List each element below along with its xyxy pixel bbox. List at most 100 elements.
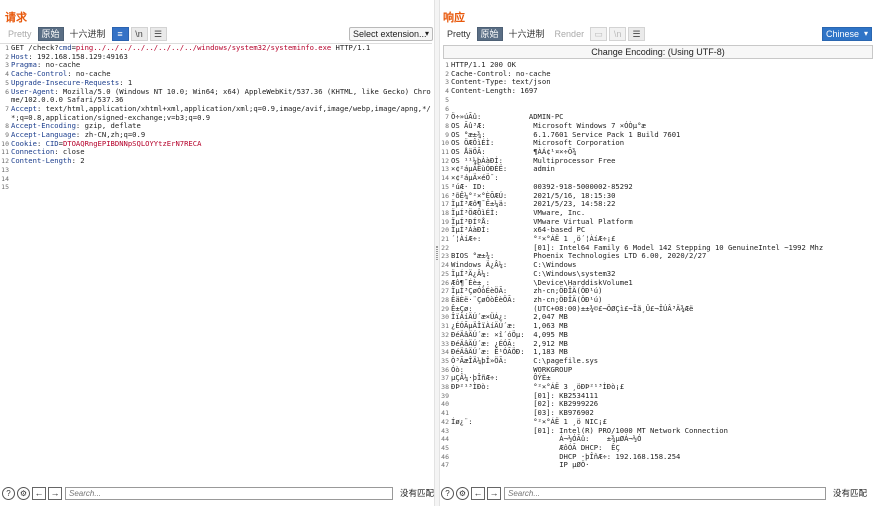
line-number: 24 [441, 261, 449, 270]
response-title: 响应 [443, 12, 465, 24]
help-icon[interactable]: ? [441, 486, 454, 500]
language-select[interactable]: Chinese ▾ [822, 27, 872, 41]
previous-arrow-icon[interactable]: ← [32, 486, 46, 500]
line-text [11, 175, 432, 184]
line-number: 10 [441, 139, 449, 148]
request-search-status: 没有匹配 [399, 488, 434, 498]
next-arrow-icon[interactable]: → [48, 486, 62, 500]
line-number: 40 [441, 400, 449, 409]
wrap-lines-icon[interactable]: ≡ [111, 26, 129, 41]
line-number: 41 [441, 409, 449, 418]
line-number: 2 [5, 52, 9, 61]
response-toolbar: Pretty 原始 十六进制 Render ▭ \n ☰ [443, 26, 646, 41]
response-editor[interactable]: 1 HTTP/1.1 200 OK 2 Cache-Control: no-cache… [440, 61, 874, 484]
line-number: 31 [441, 322, 449, 331]
next-arrow-icon[interactable]: → [487, 486, 501, 500]
line-text: IP µØÖ· [451, 460, 590, 470]
line-number: 22 [441, 243, 449, 252]
line-number: 45 [441, 443, 449, 452]
line-number: 33 [441, 339, 449, 348]
drag-handle-icon [436, 246, 438, 260]
line-text: ×¢²áµÄËùÓÐÈË: admin [451, 164, 555, 174]
line-number: 19 [441, 217, 449, 226]
line-number: 26 [441, 278, 449, 287]
editor-line: 47 IP µØÖ· [440, 461, 874, 470]
help-icon[interactable]: ? [2, 486, 15, 500]
line-number: 37 [441, 374, 449, 383]
line-number: 32 [441, 330, 449, 339]
line-number: 6 [445, 104, 449, 113]
line-number: 12 [441, 156, 449, 165]
request-tab-raw[interactable]: 原始 [37, 26, 64, 41]
line-number: 12 [1, 157, 9, 166]
line-number: 36 [441, 365, 449, 374]
line-number: 18 [441, 208, 449, 217]
line-number: 3 [445, 78, 449, 87]
request-toolbar: Pretty 原始 十六进制 ≡ \n ☰ [4, 26, 167, 41]
line-number: 6 [5, 87, 9, 96]
line-number: 14 [1, 174, 9, 183]
request-search-input[interactable] [65, 486, 393, 500]
menu-icon[interactable]: ☰ [628, 26, 646, 41]
line-number: 9 [5, 131, 9, 140]
line-number: 7 [445, 113, 449, 122]
response-search-bar: ? ⚙ ← → 没有匹配 [440, 486, 876, 500]
editor-line: 5 [440, 96, 874, 105]
line-number: 20 [441, 226, 449, 235]
editor-line: 13 ×¢²áµÄËùÓÐÈË: admin [440, 165, 874, 174]
response-tab-hex[interactable]: 十六进制 [504, 26, 549, 41]
language-select-value: Chinese [826, 29, 860, 39]
line-number: 38 [441, 383, 449, 392]
change-encoding-button[interactable]: Change Encoding: (Using UTF-8) [443, 45, 873, 59]
line-number: 34 [441, 348, 449, 357]
line-number: 44 [441, 435, 449, 444]
line-number: 46 [441, 452, 449, 461]
line-number: 17 [441, 200, 449, 209]
extension-select-value: Select extension... [353, 29, 427, 39]
editor-line: 4 Content-Length: 1697 [440, 86, 874, 96]
extension-select[interactable]: Select extension... ▾ [349, 27, 433, 41]
line-number: 47 [441, 461, 449, 470]
request-search-bar: ? ⚙ ← → 没有匹配 [0, 486, 434, 500]
line-number: 4 [445, 87, 449, 96]
line-number: 7 [5, 104, 9, 113]
line-text: User-Agent: Mozilla/5.0 (Windows NT 10.0… [11, 86, 431, 105]
line-number: 8 [445, 121, 449, 130]
response-search-status: 没有匹配 [833, 488, 868, 498]
line-number: 21 [441, 235, 449, 244]
line-number: 5 [445, 95, 449, 104]
line-number: 3 [5, 61, 9, 70]
line-number: 11 [441, 148, 449, 157]
settings-icon[interactable]: ⚙ [17, 486, 30, 500]
line-number: 28 [441, 295, 449, 304]
editor-line: 14 [0, 175, 432, 184]
request-editor[interactable]: 1 GET /check?cmd=ping../../../../../../..… [0, 43, 432, 484]
response-tab-pretty[interactable]: Pretty [443, 26, 475, 41]
line-number: 13 [441, 165, 449, 174]
previous-arrow-icon[interactable]: ← [471, 486, 485, 500]
request-tab-hex[interactable]: 十六进制 [65, 26, 110, 41]
line-number: 23 [441, 252, 449, 261]
line-number: 2 [445, 69, 449, 78]
wrap-lines-icon[interactable]: ▭ [590, 26, 608, 41]
editor-line: 15 [0, 183, 432, 192]
line-number: 16 [441, 191, 449, 200]
settings-icon[interactable]: ⚙ [456, 486, 469, 500]
chevron-down-icon: ▾ [424, 29, 429, 38]
line-text: Content-Length: 2 [11, 156, 85, 166]
menu-icon[interactable]: ☰ [149, 26, 167, 41]
editor-line: 12 Content-Length: 2 [0, 156, 432, 166]
line-number: 1 [5, 44, 9, 52]
line-number: 4 [5, 70, 9, 79]
response-tab-raw[interactable]: 原始 [476, 26, 503, 41]
newline-icon[interactable]: \n [130, 26, 148, 41]
newline-icon[interactable]: \n [609, 26, 627, 41]
response-tab-render[interactable]: Render [550, 26, 589, 41]
line-text [11, 183, 432, 192]
response-search-input[interactable] [504, 486, 826, 500]
request-tab-pretty[interactable]: Pretty [4, 26, 36, 41]
line-text: Accept: text/html,application/xhtml+xml,… [11, 103, 431, 122]
line-number: 42 [441, 417, 449, 426]
line-number: 8 [5, 122, 9, 131]
editor-line: 7 Accept: text/html,application/xhtml+xml… [0, 103, 432, 122]
